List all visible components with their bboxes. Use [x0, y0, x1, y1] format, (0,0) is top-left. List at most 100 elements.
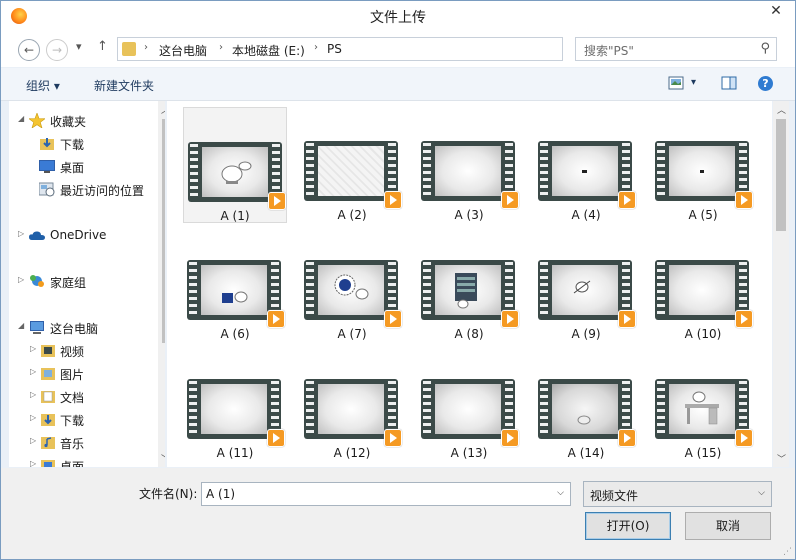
sidebar-item-desktop[interactable]: 桌面 — [9, 157, 149, 177]
expand-icon[interactable]: ▷ — [30, 344, 36, 353]
close-button[interactable]: ✕ — [763, 1, 789, 21]
video-file-icon — [421, 379, 519, 447]
expand-icon[interactable]: ▷ — [18, 229, 24, 238]
preview-pane-icon[interactable] — [721, 76, 737, 90]
star-icon — [29, 113, 45, 128]
new-folder-button[interactable]: 新建文件夹 — [94, 77, 154, 94]
expand-icon[interactable]: ▷ — [30, 436, 36, 445]
up-button[interactable]: ↑ — [97, 39, 108, 54]
chevron-down-icon[interactable]: ⌵ — [557, 488, 564, 498]
file-tile[interactable]: A (12) — [300, 345, 404, 461]
scroll-down-icon[interactable]: ﹀ — [161, 452, 165, 465]
recent-locations-dropdown[interactable]: ▾ — [76, 40, 82, 53]
scroll-thumb[interactable] — [776, 119, 786, 231]
play-badge-icon — [735, 429, 753, 447]
file-tile[interactable]: A (4) — [534, 107, 638, 223]
sidebar-item-music[interactable]: ▷ 音乐 — [9, 433, 149, 453]
video-file-icon — [655, 141, 753, 209]
homegroup-icon — [30, 275, 44, 287]
file-tile[interactable]: A (2) — [300, 107, 404, 223]
file-tile[interactable]: A (15) — [651, 345, 755, 461]
download-folder-icon — [41, 414, 55, 426]
scroll-thumb[interactable] — [162, 119, 165, 343]
file-tile[interactable]: A (13) — [417, 345, 521, 461]
file-tile[interactable]: A (8) — [417, 226, 521, 342]
play-badge-icon — [384, 429, 402, 447]
expand-icon[interactable]: ▷ — [30, 367, 36, 376]
play-badge-icon — [384, 191, 402, 209]
expand-icon[interactable]: ▷ — [30, 459, 36, 467]
recent-places-icon — [39, 182, 55, 197]
navigation-pane: ◢ 收藏夹 下载 桌面 最近访问的位置 ▷ OneDrive ▷ 家庭组 ◢ 这… — [9, 101, 165, 467]
scroll-down-icon[interactable]: ﹀ — [777, 452, 786, 465]
sidebar-item-recent-places[interactable]: 最近访问的位置 — [9, 180, 159, 200]
play-badge-icon — [618, 191, 636, 209]
file-tile[interactable]: A (5) — [651, 107, 755, 223]
filetype-select[interactable]: 视频文件 ⌵ — [583, 481, 772, 507]
sidebar-item-desktop-pc[interactable]: ▷ 桌面 — [9, 456, 149, 467]
breadcrumb-local-disk-e[interactable]: 本地磁盘 (E:) — [232, 42, 305, 59]
thumbnail-image — [455, 273, 477, 309]
play-badge-icon — [267, 429, 285, 447]
change-view-icon[interactable] — [668, 76, 684, 90]
filename-combobox[interactable]: A (1) ⌵ — [201, 482, 571, 506]
play-badge-icon — [618, 310, 636, 328]
file-tile[interactable]: A (11) — [183, 345, 287, 461]
search-input[interactable]: 搜索"PS" — [584, 42, 634, 59]
video-file-icon — [538, 141, 636, 209]
play-badge-icon — [501, 429, 519, 447]
help-icon[interactable]: ? — [758, 76, 773, 91]
address-bar[interactable]: › 这台电脑 › 本地磁盘 (E:) › PS ⌵ ↻ — [117, 37, 674, 61]
download-folder-icon — [40, 138, 54, 150]
resize-grip-icon[interactable]: ⋰ — [783, 547, 792, 557]
open-button[interactable]: 打开(O) — [585, 512, 671, 540]
back-button[interactable]: ← — [18, 39, 40, 61]
documents-folder-icon — [41, 391, 55, 403]
filename-label: 文件名(N): — [139, 487, 198, 501]
sidebar-item-pictures[interactable]: ▷ 图片 — [9, 364, 149, 384]
file-tile[interactable]: A (10) — [651, 226, 755, 342]
organize-button[interactable]: 组织 ▾ — [26, 77, 60, 94]
collapse-icon[interactable]: ◢ — [18, 321, 24, 330]
file-list-scrollbar[interactable]: ︿ ﹀ — [773, 101, 789, 467]
cancel-button[interactable]: 取消 — [685, 512, 771, 540]
sidebar-item-videos[interactable]: ▷ 视频 — [9, 341, 149, 361]
thumbnail-image — [700, 170, 704, 173]
file-tile[interactable]: A (3) — [417, 107, 521, 223]
file-tile[interactable]: A (6) — [183, 226, 287, 342]
file-name: A (8) — [454, 327, 484, 341]
breadcrumb-ps[interactable]: PS — [327, 42, 342, 56]
breadcrumb-this-pc[interactable]: 这台电脑 — [159, 42, 207, 59]
forward-button[interactable]: → — [46, 39, 68, 61]
scroll-up-icon[interactable]: ︿ — [161, 103, 165, 116]
file-tile[interactable]: A (1) — [183, 107, 287, 223]
sidebar-item-this-pc[interactable]: ◢ 这台电脑 — [9, 318, 149, 338]
desktop-folder-icon — [41, 460, 55, 467]
sidebar-item-label: 下载 — [60, 414, 85, 428]
sidebar-item-homegroup[interactable]: ▷ 家庭组 — [9, 272, 149, 292]
file-tile[interactable]: A (14) — [534, 345, 638, 461]
sidebar-item-favorites[interactable]: ◢ 收藏夹 — [9, 111, 149, 131]
search-box[interactable]: 搜索"PS" ⚲ — [575, 37, 777, 61]
sidebar-scrollbar[interactable]: ︿ ﹀ — [158, 101, 165, 467]
collapse-icon[interactable]: ◢ — [18, 114, 24, 123]
video-file-icon — [655, 379, 753, 447]
sidebar-item-downloads-pc[interactable]: ▷ 下载 — [9, 410, 149, 430]
expand-icon[interactable]: ▷ — [18, 275, 24, 284]
sidebar-item-onedrive[interactable]: ▷ OneDrive — [9, 226, 149, 246]
search-icon[interactable]: ⚲ — [760, 41, 770, 56]
expand-icon[interactable]: ▷ — [30, 390, 36, 399]
sidebar-item-downloads[interactable]: 下载 — [9, 134, 149, 154]
file-name: A (4) — [571, 208, 601, 222]
video-file-icon — [304, 260, 402, 328]
sidebar-item-documents[interactable]: ▷ 文档 — [9, 387, 149, 407]
file-tile[interactable]: A (9) — [534, 226, 638, 342]
chevron-down-icon[interactable]: ⌵ — [758, 488, 765, 498]
file-tile[interactable]: A (7) — [300, 226, 404, 342]
view-dropdown-icon[interactable]: ▾ — [691, 77, 696, 88]
scroll-up-icon[interactable]: ︿ — [777, 103, 786, 116]
filename-input[interactable]: A (1) — [206, 487, 235, 501]
filetype-value: 视频文件 — [590, 489, 639, 503]
sidebar-item-label: 收藏夹 — [50, 115, 87, 129]
expand-icon[interactable]: ▷ — [30, 413, 36, 422]
